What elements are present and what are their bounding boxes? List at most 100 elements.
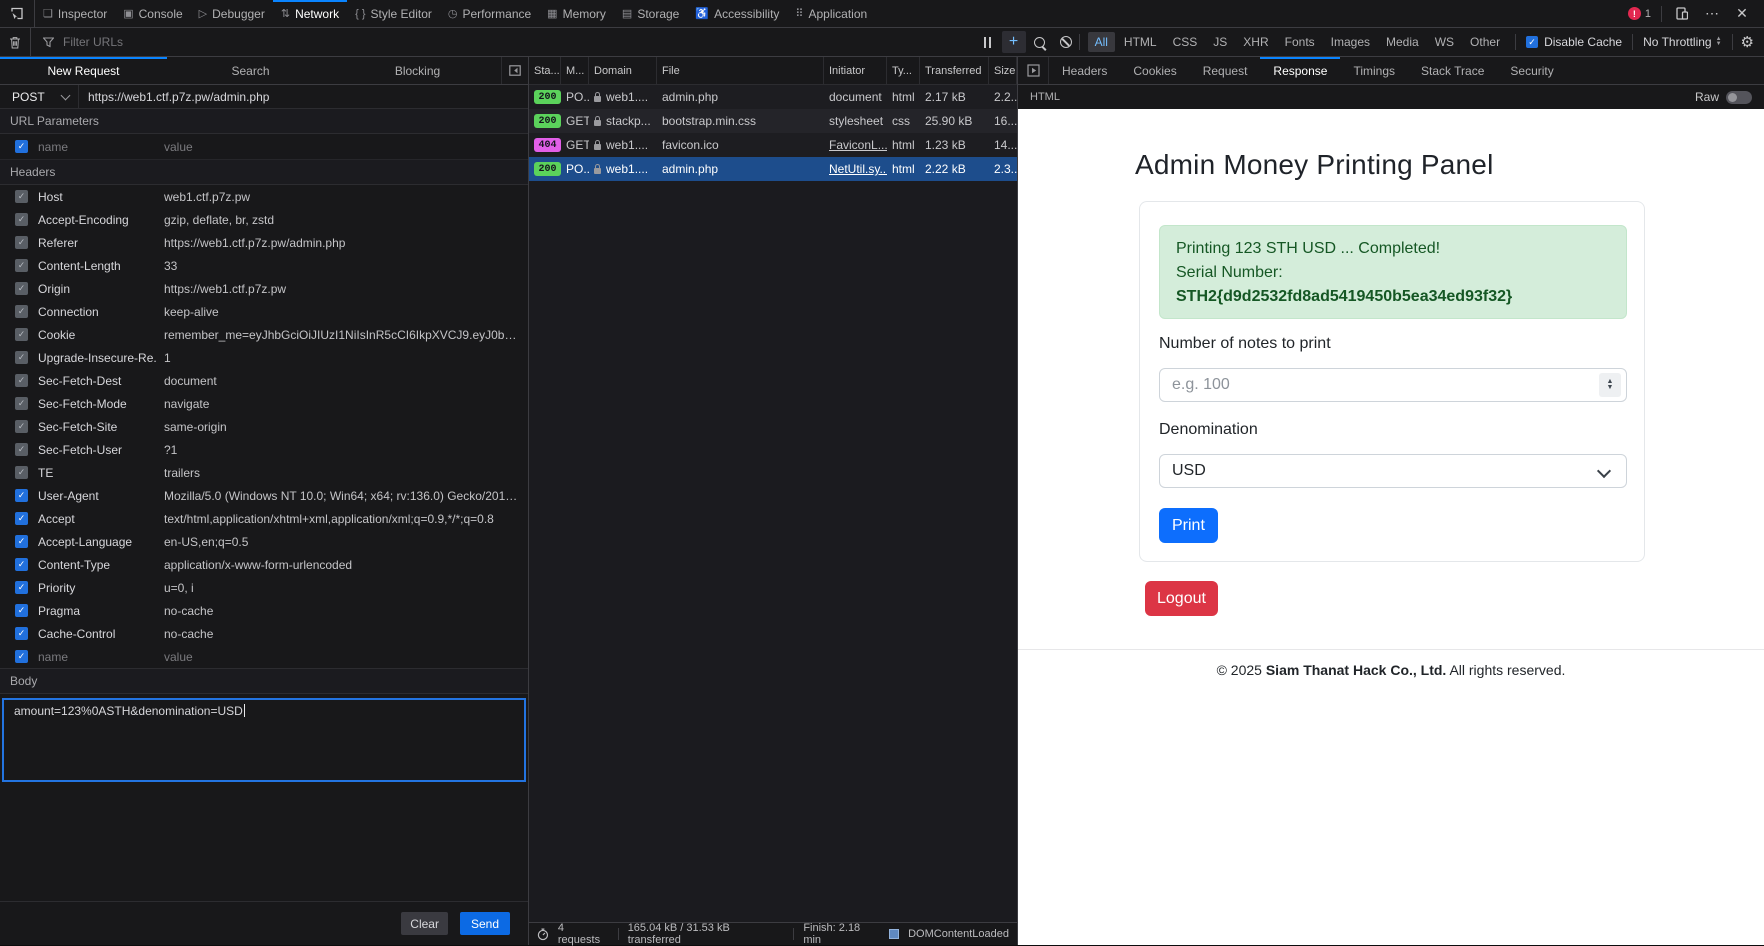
throttling-select[interactable]: No Throttling ▲ ▼ xyxy=(1643,35,1721,49)
header-value[interactable]: u=0, i xyxy=(164,581,528,595)
filter-urls-input[interactable] xyxy=(61,34,325,50)
header-name[interactable]: Origin xyxy=(38,282,156,296)
tab-search[interactable]: Search xyxy=(167,57,334,84)
header-checkbox[interactable]: ✓ xyxy=(15,374,28,387)
header-checkbox[interactable]: ✓ xyxy=(15,466,28,479)
parameter-name-input[interactable]: name xyxy=(38,140,156,154)
header-checkbox[interactable]: ✓ xyxy=(15,397,28,410)
header-name[interactable]: name xyxy=(38,650,156,664)
header-checkbox[interactable]: ✓ xyxy=(15,190,28,203)
request-url-input[interactable] xyxy=(79,88,528,105)
column-header-m-[interactable]: M... xyxy=(561,57,589,84)
search-button[interactable] xyxy=(1028,31,1052,53)
disable-cache-option[interactable]: ✓ Disable Cache xyxy=(1526,35,1622,49)
header-checkbox[interactable]: ✓ xyxy=(15,259,28,272)
header-name[interactable]: Referer xyxy=(38,236,156,250)
send-button[interactable]: Send xyxy=(459,912,510,935)
header-checkbox[interactable]: ✓ xyxy=(15,443,28,456)
header-name[interactable]: Accept xyxy=(38,512,156,526)
header-value[interactable]: Mozilla/5.0 (Windows NT 10.0; Win64; x64… xyxy=(164,489,528,503)
column-header-transferred[interactable]: Transferred xyxy=(920,57,989,84)
header-name[interactable]: Sec-Fetch-User xyxy=(38,443,156,457)
column-header-initiator[interactable]: Initiator xyxy=(824,57,887,84)
pick-element-button[interactable] xyxy=(0,0,35,27)
close-devtools-button[interactable]: ✕ xyxy=(1732,4,1752,24)
header-value[interactable]: ?1 xyxy=(164,443,528,457)
header-value[interactable]: en-US,en;q=0.5 xyxy=(164,535,528,549)
header-name[interactable]: Content-Type xyxy=(38,558,156,572)
filter-other[interactable]: Other xyxy=(1463,32,1507,52)
details-tab-cookies[interactable]: Cookies xyxy=(1120,57,1189,84)
header-value[interactable]: same-origin xyxy=(164,420,528,434)
header-value[interactable]: no-cache xyxy=(164,604,528,618)
header-value[interactable]: gzip, deflate, br, zstd xyxy=(164,213,528,227)
header-name[interactable]: Sec-Fetch-Mode xyxy=(38,397,156,411)
header-checkbox[interactable]: ✓ xyxy=(15,351,28,364)
header-checkbox[interactable]: ✓ xyxy=(15,305,28,318)
header-name[interactable]: Accept-Encoding xyxy=(38,213,156,227)
header-checkbox[interactable]: ✓ xyxy=(15,489,28,502)
filter-media[interactable]: Media xyxy=(1379,32,1426,52)
header-checkbox[interactable]: ✓ xyxy=(15,650,28,663)
header-name[interactable]: Priority xyxy=(38,581,156,595)
logout-button[interactable]: Logout xyxy=(1145,581,1218,616)
raw-toggle[interactable] xyxy=(1726,90,1752,104)
header-name[interactable]: User-Agent xyxy=(38,489,156,503)
error-count-badge[interactable]: ! 1 xyxy=(1627,7,1651,20)
header-value[interactable]: keep-alive xyxy=(164,305,528,319)
header-checkbox[interactable]: ✓ xyxy=(15,604,28,617)
header-checkbox[interactable]: ✓ xyxy=(15,558,28,571)
tab-blocking[interactable]: Blocking xyxy=(334,57,501,84)
tab-debugger[interactable]: ▷ Debugger xyxy=(191,0,273,27)
details-tab-response[interactable]: Response xyxy=(1260,57,1341,84)
header-checkbox[interactable]: ✓ xyxy=(15,581,28,594)
header-value[interactable]: text/html,application/xhtml+xml,applicat… xyxy=(164,512,528,526)
column-header-sta-[interactable]: Sta... xyxy=(529,57,561,84)
header-checkbox[interactable]: ✓ xyxy=(15,512,28,525)
initiator-link[interactable]: FaviconL... xyxy=(829,138,887,152)
filter-xhr[interactable]: XHR xyxy=(1236,32,1275,52)
initiator-link[interactable]: NetUtil.sy... xyxy=(829,162,887,176)
tab-inspector[interactable]: ❏ Inspector xyxy=(35,0,115,27)
network-settings-button[interactable]: ⚙ xyxy=(1741,33,1754,51)
tab-performance[interactable]: ◷ Performance xyxy=(440,0,539,27)
tab-storage[interactable]: ▤ Storage xyxy=(614,0,687,27)
header-value[interactable]: https://web1.ctf.p7z.pw/admin.php xyxy=(164,236,528,250)
parameter-checkbox[interactable]: ✓ xyxy=(15,140,28,153)
request-row[interactable]: 404 GET web1.... favicon.ico FaviconL... html… xyxy=(529,133,1017,157)
details-tab-stack-trace[interactable]: Stack Trace xyxy=(1408,57,1497,84)
column-header-file[interactable]: File xyxy=(657,57,824,84)
header-value[interactable]: no-cache xyxy=(164,627,528,641)
header-name[interactable]: Sec-Fetch-Site xyxy=(38,420,156,434)
header-value[interactable]: value xyxy=(164,650,528,664)
header-value[interactable]: application/x-www-form-urlencoded xyxy=(164,558,528,572)
request-row[interactable]: 200 PO... web1.... admin.php document html 2.1… xyxy=(529,85,1017,109)
clear-button[interactable]: Clear xyxy=(401,912,448,935)
tab-accessibility[interactable]: ♿ Accessibility xyxy=(687,0,787,27)
filter-all[interactable]: All xyxy=(1087,32,1115,52)
tab-style-editor[interactable]: { } Style Editor xyxy=(347,0,440,27)
header-name[interactable]: Pragma xyxy=(38,604,156,618)
method-select[interactable]: POST xyxy=(0,85,79,108)
header-name[interactable]: Upgrade-Insecure-Re... xyxy=(38,351,156,365)
more-options-button[interactable]: ⋯ xyxy=(1702,4,1722,24)
header-checkbox[interactable]: ✓ xyxy=(15,627,28,640)
filter-js[interactable]: JS xyxy=(1206,32,1234,52)
details-tab-security[interactable]: Security xyxy=(1497,57,1566,84)
header-name[interactable]: Connection xyxy=(38,305,156,319)
header-value[interactable]: trailers xyxy=(164,466,528,480)
print-button[interactable]: Print xyxy=(1159,508,1218,543)
header-value[interactable]: web1.ctf.p7z.pw xyxy=(164,190,528,204)
pause-traffic-button[interactable] xyxy=(976,31,1000,53)
header-checkbox[interactable]: ✓ xyxy=(15,236,28,249)
tab-memory[interactable]: ▦ Memory xyxy=(539,0,614,27)
header-name[interactable]: Accept-Language xyxy=(38,535,156,549)
header-checkbox[interactable]: ✓ xyxy=(15,213,28,226)
header-checkbox[interactable]: ✓ xyxy=(15,282,28,295)
header-name[interactable]: TE xyxy=(38,466,156,480)
header-name[interactable]: Cache-Control xyxy=(38,627,156,641)
notes-input[interactable] xyxy=(1159,368,1627,402)
parameter-value-input[interactable]: value xyxy=(164,140,528,154)
responsive-design-button[interactable] xyxy=(1672,4,1692,24)
filter-fonts[interactable]: Fonts xyxy=(1278,32,1322,52)
